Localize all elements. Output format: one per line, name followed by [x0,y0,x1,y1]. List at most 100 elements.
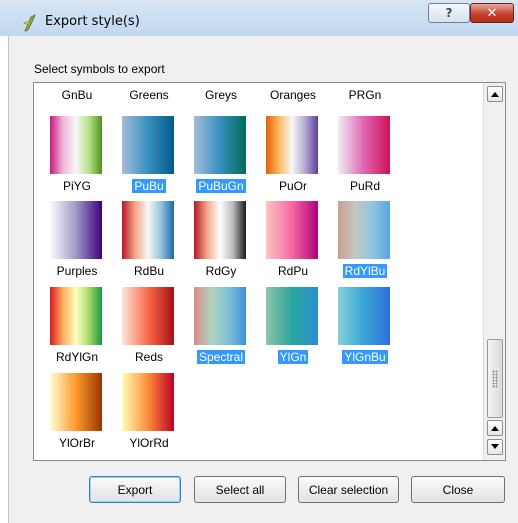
color-ramp-preview [122,201,174,259]
symbol-label: Reds [114,350,184,364]
scroll-up-lower-icon[interactable] [487,420,503,436]
symbol-name: RdBu [133,264,165,278]
color-ramp-preview [50,82,102,83]
color-ramp-preview [194,82,246,83]
color-ramp-preview [338,82,390,83]
symbol-purples[interactable]: Purples [42,201,112,281]
symbol-label: RdYlBu [330,264,400,278]
symbol-label: YlGn [258,350,328,364]
symbol-label: YlOrRd [114,436,184,450]
symbol-puor[interactable]: PuOr [258,116,328,196]
symbol-label: YlGnBu [330,350,400,364]
color-ramp-preview [194,287,246,345]
symbol-name: RdGy [205,264,237,278]
window-close-button[interactable]: ✕ [470,3,514,23]
color-ramp-preview [266,287,318,345]
symbol-label: Oranges [258,88,328,102]
symbol-name: Spectral [196,350,246,364]
symbol-ylorrd[interactable]: YlOrRd [114,373,184,453]
symbol-piyg[interactable]: PiYG [42,116,112,196]
scrollbar-thumb[interactable] [487,339,503,418]
symbol-label: PuBu [114,179,184,193]
qgis-icon [23,14,36,32]
symbol-purd[interactable]: PuRd [330,116,400,196]
color-ramp-preview [338,201,390,259]
symbol-name: Reds [134,350,163,364]
symbol-oranges[interactable]: Oranges [258,83,328,105]
select-all-button[interactable]: Select all [194,476,286,503]
symbol-name: PuBu [132,179,166,193]
symbol-label: RdBu [114,264,184,278]
symbol-gnbu[interactable]: GnBu [42,82,112,105]
symbol-name: PiYG [62,179,91,193]
symbol-pubugn[interactable]: PuBuGn [186,116,256,196]
color-ramp-preview [50,201,102,259]
symbol-name: YlOrRd [129,436,169,450]
symbol-name: Oranges [269,88,317,102]
symbol-name: PuRd [349,179,381,193]
symbol-label: RdGy [186,264,256,278]
symbol-label: Spectral [186,350,256,364]
symbol-name: PuBuGn [196,179,246,193]
symbol-name: PRGn [348,88,382,102]
symbol-reds[interactable]: Reds [114,287,184,367]
symbol-label: PuRd [330,179,400,193]
symbol-label: PRGn [330,88,400,102]
symbol-name: YlGnBu [342,350,388,364]
symbol-rdgy[interactable]: RdGy [186,201,256,281]
help-button[interactable]: ? [428,3,470,23]
arrow-up-icon[interactable] [487,86,503,102]
close-button[interactable]: Close [411,476,505,503]
export-button[interactable]: Export [89,476,181,503]
symbol-rdbu[interactable]: RdBu [114,201,184,281]
color-ramp-preview [50,373,102,431]
symbol-label: YlOrBr [42,436,112,450]
symbol-spectral[interactable]: Spectral [186,287,256,367]
symbol-name: PuOr [278,179,307,193]
export-styles-dialog: Export style(s) ? ✕ Select symbols to ex… [0,0,518,523]
grip-icon [492,370,498,388]
clear-selection-button[interactable]: Clear selection [298,476,399,503]
color-ramp-preview [122,373,174,431]
symbol-name: Greens [129,88,169,102]
symbol-name: RdPu [277,264,309,278]
symbol-label: RdYlGn [42,350,112,364]
symbol-label: GnBu [42,88,112,102]
symbol-label: PiYG [42,179,112,193]
symbol-name: Purples [56,264,98,278]
symbol-rdylgn[interactable]: RdYlGn [42,287,112,367]
symbol-name: RdYlBu [342,264,388,278]
symbol-label: Purples [42,264,112,278]
color-ramp-preview [122,287,174,345]
color-ramp-preview [338,116,390,174]
symbol-ylorbr[interactable]: YlOrBr [42,373,112,453]
color-ramp-preview [194,116,246,174]
symbol-name: RdYlGn [55,350,99,364]
symbol-pubu[interactable]: PuBu [114,116,184,196]
select-symbols-label: Select symbols to export [34,62,165,76]
color-ramp-preview [266,201,318,259]
arrow-down-icon[interactable] [487,439,503,455]
symbol-ylgn[interactable]: YlGn [258,287,328,367]
color-ramp-preview [122,116,174,174]
symbol-list[interactable]: GnBu Greens Greys Oranges PRGn PiYG PuBu PuBuGn… [33,82,506,461]
symbol-greens[interactable]: Greens [114,83,184,105]
color-ramp-preview [266,116,318,174]
symbol-prgn[interactable]: PRGn [330,82,400,105]
title-bar[interactable]: Export style(s) ? ✕ [0,0,518,36]
symbol-label: RdPu [258,264,328,278]
vertical-scrollbar[interactable] [483,83,505,460]
symbol-rdylbu[interactable]: RdYlBu [330,201,400,281]
symbol-label: Greens [114,88,184,102]
symbol-name: Greys [204,88,237,102]
color-ramp-preview [194,201,246,259]
color-ramp-preview [50,287,102,345]
symbol-rdpu[interactable]: RdPu [258,201,328,281]
symbol-greys[interactable]: Greys [186,82,256,105]
symbol-label: PuOr [258,179,328,193]
symbol-name: YlOrBr [59,436,95,450]
symbol-label: Greys [186,88,256,102]
color-ramp-preview [338,287,390,345]
symbol-name: GnBu [61,88,93,102]
symbol-ylgnbu[interactable]: YlGnBu [330,287,400,367]
